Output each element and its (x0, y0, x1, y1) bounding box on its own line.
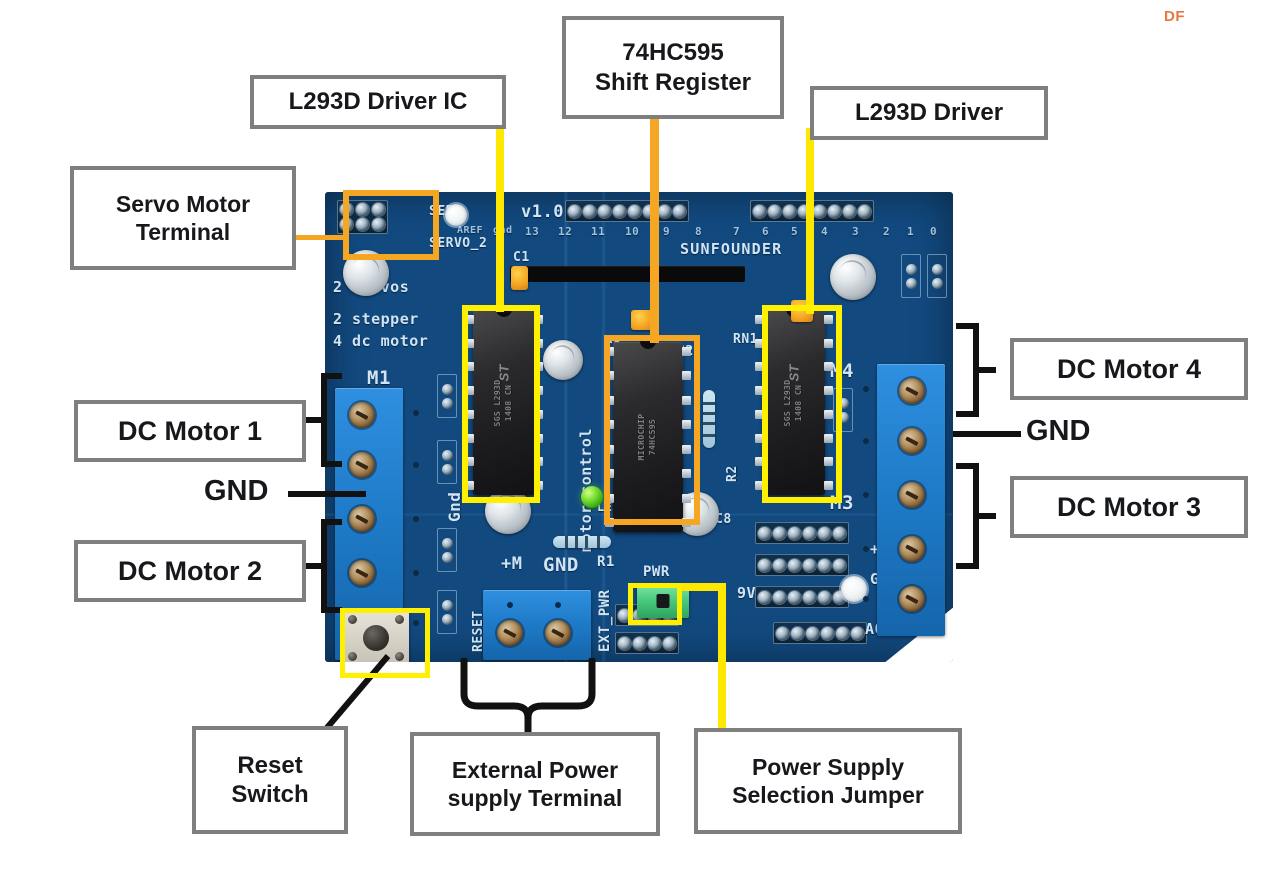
connector-gnd-left (288, 491, 366, 497)
silk-pin-10: 10 (625, 225, 640, 238)
silk-r1: R1 (597, 554, 615, 570)
bracket-dc-motor-2 (304, 519, 342, 613)
bracket-dc-motor-1 (304, 373, 342, 467)
silk-pin-2: 2 (883, 225, 891, 238)
label-line: DC Motor 1 (118, 415, 262, 446)
label-power-jumper[interactable]: Power Supply Selection Jumper (694, 728, 962, 834)
silk-aref: AREF (457, 225, 484, 236)
highlight-reset-switch (340, 608, 430, 678)
bracket-dc-motor-4 (956, 323, 996, 417)
right-motor-terminal-block (877, 364, 945, 636)
bracket-dc-motor-3 (956, 463, 996, 569)
diagram-canvas: DF v1.0 SUNFOUNDER AREF gnd 13 12 11 10 … (0, 0, 1273, 869)
label-line: Servo Motor (115, 190, 251, 217)
label-gnd-right: GND (1026, 415, 1091, 447)
highlight-power-jumper (628, 583, 682, 625)
power-header-bottom (755, 586, 849, 608)
label-l293d-driver[interactable]: L293D Driver (810, 86, 1048, 140)
label-dc-motor-3[interactable]: DC Motor 3 (1010, 476, 1248, 538)
label-line: Reset (237, 751, 303, 779)
label-line: Switch (231, 781, 309, 808)
silk-c1: C1 (513, 250, 530, 265)
connector-shift-register (650, 118, 659, 343)
label-line: supply Terminal (447, 785, 623, 811)
icsp-strip (510, 266, 745, 282)
connector-gnd-right (953, 431, 1021, 437)
label-line: DC Motor 4 (1057, 353, 1201, 384)
pad-pair-4 (437, 590, 457, 634)
pad-pair-1 (437, 374, 457, 418)
highlight-shift-register (604, 335, 700, 525)
capacitor-c3 (543, 340, 583, 380)
df-watermark: DF (1164, 8, 1185, 25)
silk-pin-13: 13 (525, 225, 540, 238)
highlight-l293d-left (462, 305, 540, 503)
silk-pin-6: 6 (762, 225, 770, 238)
label-line: L293D Driver (854, 99, 1004, 127)
analog-header (773, 622, 867, 644)
label-line: 74HC595 (622, 39, 724, 67)
silk-pin-9: 9 (663, 225, 671, 238)
silk-brand: SUNFOUNDER (680, 240, 783, 258)
pad-pair-7 (927, 254, 947, 298)
highlight-l293d-right (762, 305, 842, 503)
label-gnd-left: GND (204, 475, 269, 507)
connector-jumper-vertical (718, 583, 726, 731)
silk-9v: 9V (737, 584, 757, 602)
power-header-top (755, 522, 849, 544)
label-servo-motor-terminal[interactable]: Servo Motor Terminal (70, 166, 296, 270)
silk-pin-1: 1 (907, 225, 915, 238)
connector-l293d-driver (806, 128, 814, 314)
label-line: External Power (451, 756, 619, 783)
silk-pin-7: 7 (733, 225, 741, 238)
label-dc-motor-2[interactable]: DC Motor 2 (74, 540, 306, 602)
silk-feature-dcmotor: 4 dc motor (333, 332, 429, 350)
silk-gnd-bottom: GND (543, 554, 579, 576)
pad-pair-2 (437, 440, 457, 484)
aux-header-row2 (615, 632, 679, 654)
label-l293d-driver-ic[interactable]: L293D Driver IC (250, 75, 506, 129)
external-power-terminal (483, 590, 591, 660)
label-line: Terminal (135, 219, 231, 245)
capacitor-c9 (830, 254, 876, 300)
label-line: L293D Driver IC (288, 88, 468, 116)
digital-header-right-group (565, 200, 689, 222)
pad-pair-6 (901, 254, 921, 298)
resistor-r2 (703, 390, 715, 448)
resistor-r1 (553, 536, 611, 548)
pad-pair-3 (437, 528, 457, 572)
highlight-servo-terminal (343, 190, 439, 260)
silk-pin-8: 8 (695, 225, 703, 238)
label-line: Power Supply (751, 753, 905, 780)
bracket-external-power (460, 658, 596, 740)
power-led (581, 486, 603, 508)
power-header-mid (755, 554, 849, 576)
label-reset-switch[interactable]: Reset Switch (192, 726, 348, 834)
connector-servo-terminal (296, 235, 346, 240)
tantalum-c1 (511, 266, 528, 290)
silk-plus-m: +M (501, 554, 523, 574)
label-line: DC Motor 3 (1057, 491, 1201, 522)
silk-pwr: PWR (643, 564, 670, 580)
label-line: Selection Jumper (732, 782, 924, 808)
silk-r2: R2 (725, 465, 740, 482)
label-dc-motor-4[interactable]: DC Motor 4 (1010, 338, 1248, 400)
silk-pin-0: 0 (930, 225, 938, 238)
silk-pin-11: 11 (591, 225, 606, 238)
silk-m1: M1 (367, 367, 391, 389)
silk-pin-4: 4 (821, 225, 829, 238)
mounting-hole-top (445, 204, 467, 226)
silk-version: v1.0 (521, 202, 564, 222)
label-line: Shift Register (594, 68, 752, 96)
label-shift-register[interactable]: 74HC595 Shift Register (562, 16, 784, 119)
silk-ext-pwr: EXT_PWR (597, 589, 613, 652)
silk-pin-3: 3 (852, 225, 860, 238)
silk-pin-5: 5 (791, 225, 799, 238)
label-line: DC Motor 2 (118, 555, 262, 586)
silk-feature-stepper: 2 stepper (333, 310, 419, 328)
label-dc-motor-1[interactable]: DC Motor 1 (74, 400, 306, 462)
connector-l293d-ic (496, 126, 504, 312)
silk-pin-12: 12 (558, 225, 573, 238)
label-external-power[interactable]: External Power supply Terminal (410, 732, 660, 836)
